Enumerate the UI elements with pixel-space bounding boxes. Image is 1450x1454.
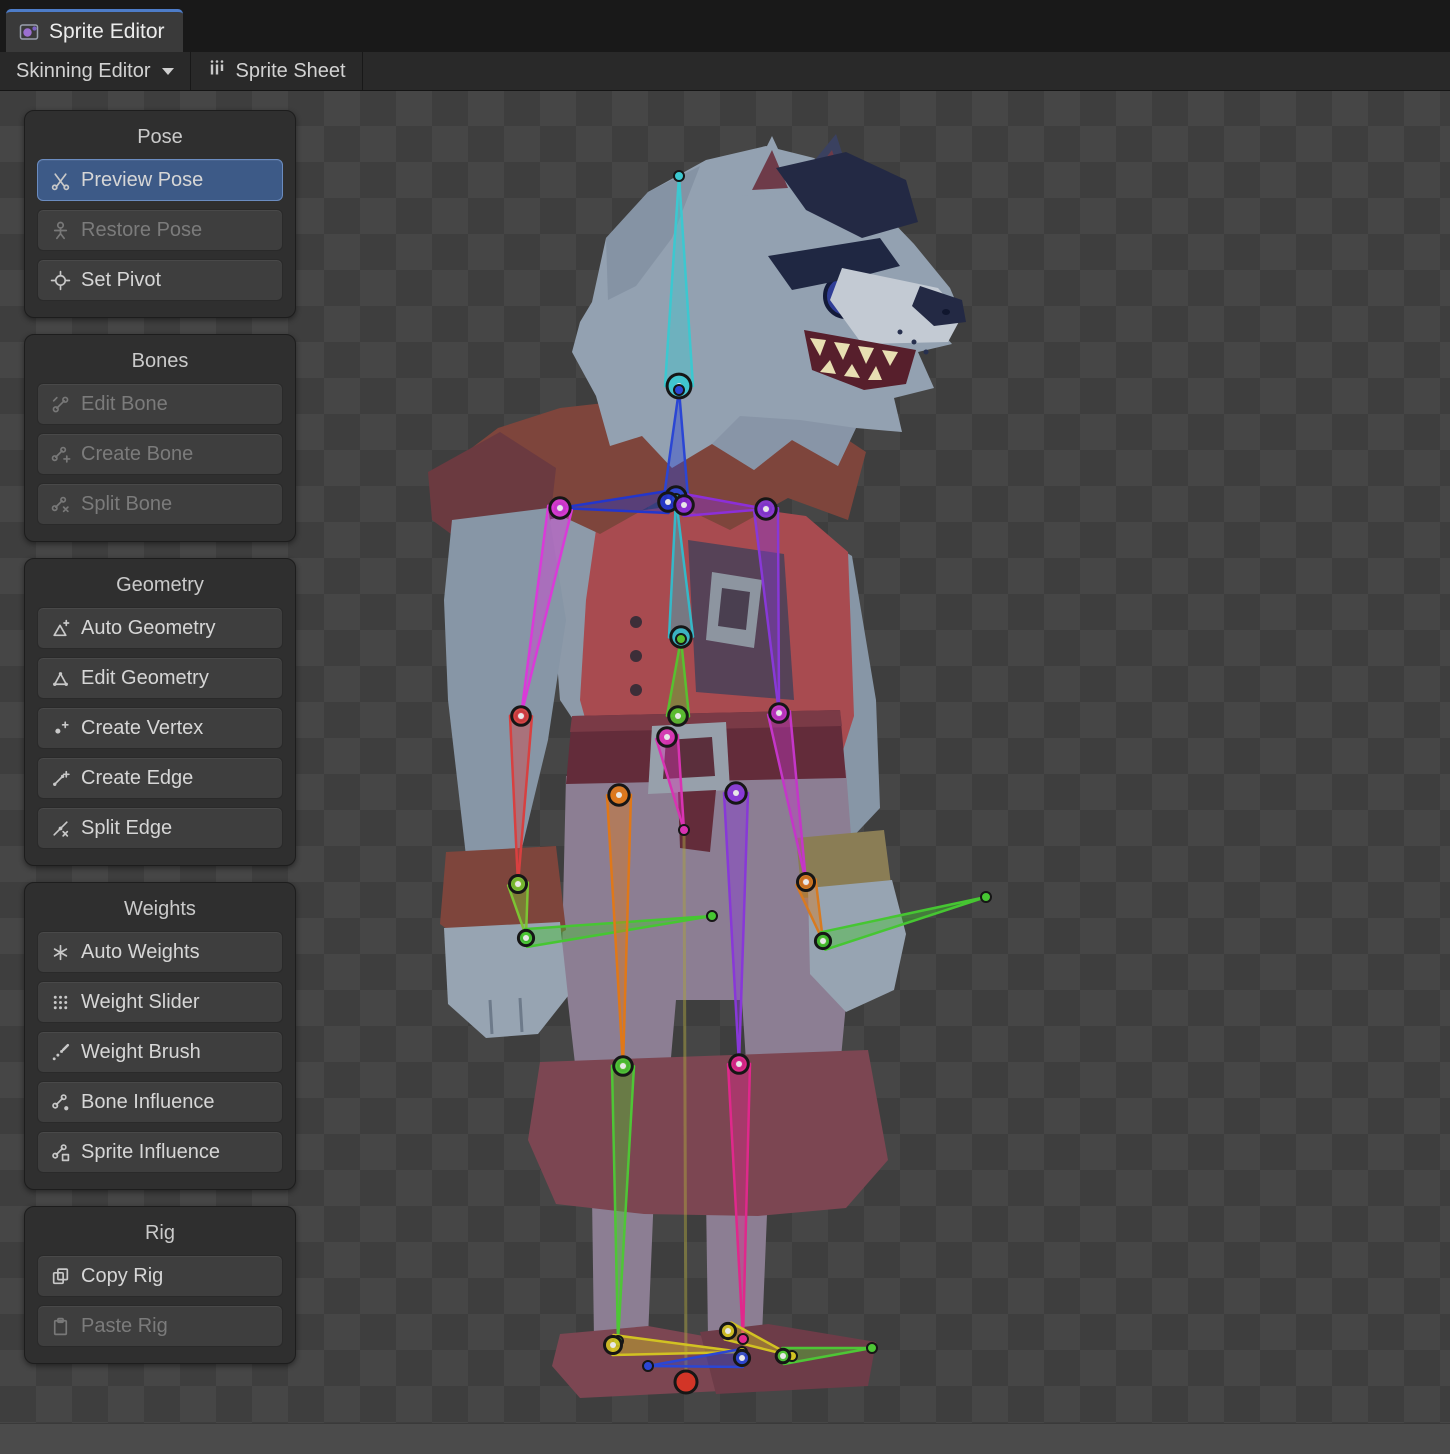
button-label: Copy Rig xyxy=(81,1265,163,1288)
mode-dropdown-label: Skinning Editor xyxy=(16,60,151,83)
create-bone-button[interactable]: Create Bone xyxy=(37,433,283,475)
button-label: Sprite Influence xyxy=(81,1141,220,1164)
sprite-influence-button[interactable]: Sprite Influence xyxy=(37,1131,283,1173)
button-label: Edit Geometry xyxy=(81,667,209,690)
panel-title: Pose xyxy=(37,123,283,151)
button-label: Edit Bone xyxy=(81,393,168,416)
panel-pose: Pose Preview Pose Restore Pose Set Pivot xyxy=(24,110,296,318)
button-label: Set Pivot xyxy=(81,269,161,292)
auto-geometry-button[interactable]: Auto Geometry xyxy=(37,607,283,649)
split-edge-button[interactable]: Split Edge xyxy=(37,807,283,849)
button-label: Restore Pose xyxy=(81,219,202,242)
paste-rig-button[interactable]: Paste Rig xyxy=(37,1305,283,1347)
button-label: Weight Slider xyxy=(81,991,200,1014)
button-label: Split Bone xyxy=(81,493,172,516)
weight-brush-button[interactable]: Weight Brush xyxy=(37,1031,283,1073)
edit-bone-button[interactable]: Edit Bone xyxy=(37,383,283,425)
weight-slider-icon xyxy=(48,990,72,1014)
window-tab-bar: Sprite Editor xyxy=(0,0,1450,52)
sprite-sheet-icon xyxy=(207,58,227,84)
sprite-editor-window: Sprite Editor Skinning Editor Sprite She… xyxy=(0,0,1450,1454)
button-label: Split Edge xyxy=(81,817,172,840)
preview-pose-icon xyxy=(48,168,72,192)
create-vertex-button[interactable]: Create Vertex xyxy=(37,707,283,749)
button-label: Auto Weights xyxy=(81,941,200,964)
panel-weights: Weights Auto Weights Weight Slider Weigh… xyxy=(24,882,296,1190)
panel-bones: Bones Edit Bone Create Bone Split Bone xyxy=(24,334,296,542)
panel-title: Bones xyxy=(37,347,283,375)
auto-weights-icon xyxy=(48,940,72,964)
preview-pose-button[interactable]: Preview Pose xyxy=(37,159,283,201)
button-label: Paste Rig xyxy=(81,1315,168,1338)
sprite-influence-icon xyxy=(48,1140,72,1164)
panel-title: Geometry xyxy=(37,571,283,599)
copy-rig-icon xyxy=(48,1264,72,1288)
canvas-bottom-strip xyxy=(0,1423,1450,1454)
split-bone-button[interactable]: Split Bone xyxy=(37,483,283,525)
create-edge-icon xyxy=(48,766,72,790)
create-bone-icon xyxy=(48,442,72,466)
edit-geometry-button[interactable]: Edit Geometry xyxy=(37,657,283,699)
editor-toolbar: Skinning Editor Sprite Sheet xyxy=(0,52,1450,91)
edit-geometry-icon xyxy=(48,666,72,690)
bone-influence-icon xyxy=(48,1090,72,1114)
sprite-sheet-button[interactable]: Sprite Sheet xyxy=(191,52,362,90)
mode-dropdown[interactable]: Skinning Editor xyxy=(0,52,190,90)
panel-rig: Rig Copy Rig Paste Rig xyxy=(24,1206,296,1364)
restore-pose-icon xyxy=(48,218,72,242)
button-label: Create Vertex xyxy=(81,717,203,740)
restore-pose-button[interactable]: Restore Pose xyxy=(37,209,283,251)
set-pivot-icon xyxy=(48,268,72,292)
panel-geometry: Geometry Auto Geometry Edit Geometry Cre… xyxy=(24,558,296,866)
create-edge-button[interactable]: Create Edge xyxy=(37,757,283,799)
panel-title: Rig xyxy=(37,1219,283,1247)
tool-panel-column: Pose Preview Pose Restore Pose Set Pivot… xyxy=(24,110,296,1380)
button-label: Preview Pose xyxy=(81,169,203,192)
button-label: Bone Influence xyxy=(81,1091,214,1114)
tab-sprite-editor[interactable]: Sprite Editor xyxy=(6,9,183,52)
sprite-editor-icon xyxy=(18,21,40,43)
sprite-sheet-label: Sprite Sheet xyxy=(236,60,346,83)
panel-title: Weights xyxy=(37,895,283,923)
weight-brush-icon xyxy=(48,1040,72,1064)
split-bone-icon xyxy=(48,492,72,516)
auto-weights-button[interactable]: Auto Weights xyxy=(37,931,283,973)
weight-slider-button[interactable]: Weight Slider xyxy=(37,981,283,1023)
tab-title: Sprite Editor xyxy=(49,20,165,44)
set-pivot-button[interactable]: Set Pivot xyxy=(37,259,283,301)
copy-rig-button[interactable]: Copy Rig xyxy=(37,1255,283,1297)
bone-influence-button[interactable]: Bone Influence xyxy=(37,1081,283,1123)
toolbar-separator xyxy=(362,52,363,90)
create-vertex-icon xyxy=(48,716,72,740)
auto-geometry-icon xyxy=(48,616,72,640)
button-label: Auto Geometry xyxy=(81,617,216,640)
paste-rig-icon xyxy=(48,1314,72,1338)
button-label: Create Bone xyxy=(81,443,193,466)
split-edge-icon xyxy=(48,816,72,840)
button-label: Create Edge xyxy=(81,767,193,790)
chevron-down-icon xyxy=(162,68,174,75)
button-label: Weight Brush xyxy=(81,1041,201,1064)
edit-bone-icon xyxy=(48,392,72,416)
